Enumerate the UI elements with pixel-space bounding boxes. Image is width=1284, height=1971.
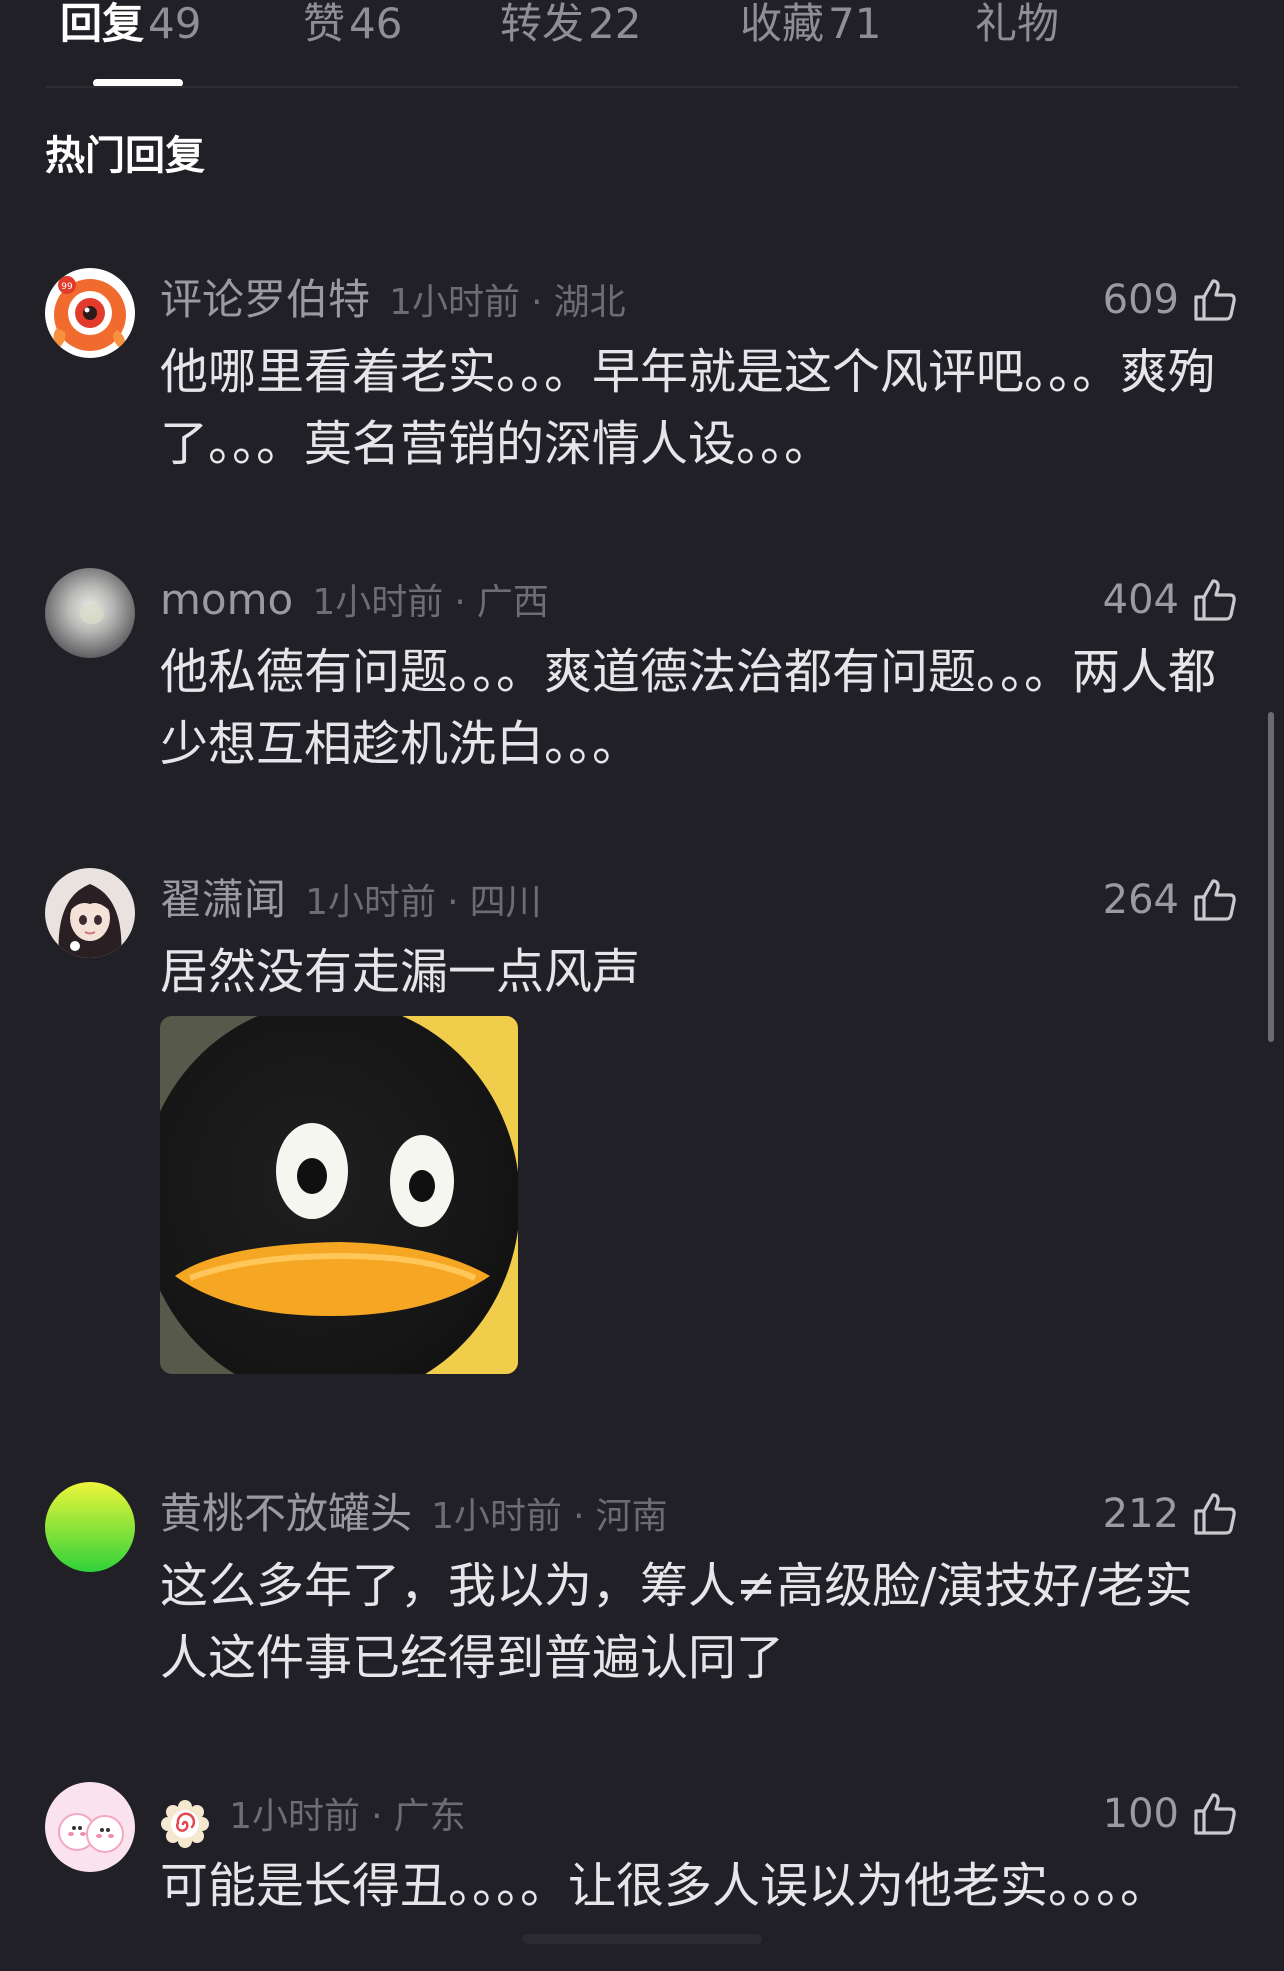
comment-text: 这么多年了，我以为，筹人≠高级脸/演技好/老实人这件事已经得到普遍认同了 bbox=[160, 1558, 1193, 1686]
location: 广东 bbox=[393, 1796, 466, 1837]
pink-bunnies-avatar[interactable] bbox=[45, 1782, 135, 1872]
username[interactable]: 黄桃不放罐头 bbox=[160, 1489, 412, 1538]
like-button[interactable]: 264 bbox=[1103, 872, 1239, 928]
tab-replies[interactable]: 回复49 bbox=[60, 0, 201, 48]
tab-label: 收藏 bbox=[740, 0, 825, 48]
orange-fish-avatar-icon: 99 bbox=[45, 268, 135, 358]
green-gradient-avatar-icon bbox=[45, 1482, 135, 1572]
tab-reposts[interactable]: 转发22 bbox=[500, 0, 641, 48]
comment-text: 居然没有走漏一点风声 bbox=[160, 944, 641, 1000]
like-count: 100 bbox=[1102, 1791, 1179, 1837]
penguin-face-sticker[interactable] bbox=[160, 1016, 518, 1374]
divider bbox=[45, 86, 1239, 88]
penguin-face-sticker-icon bbox=[160, 1016, 518, 1374]
timestamp: 1小时前 bbox=[389, 282, 521, 323]
location: 四川 bbox=[469, 882, 542, 923]
tab-label: 回复 bbox=[60, 0, 145, 48]
comment-meta: 1小时前 · 广东 bbox=[160, 1786, 466, 1848]
comment-meta: 翟潇闻 1小时前 · 四川 bbox=[160, 872, 542, 928]
comment-meta: momo 1小时前 · 广西 bbox=[160, 572, 549, 628]
green-gradient-avatar[interactable] bbox=[45, 1482, 135, 1572]
timestamp: 1小时前 bbox=[431, 1496, 563, 1537]
like-count: 609 bbox=[1102, 277, 1179, 323]
tab-count: 46 bbox=[349, 0, 403, 48]
section-title: 热门回复 bbox=[45, 133, 205, 179]
comment-text: 可能是长得丑。。。。让很多人误以为他老实。。。。 bbox=[160, 1858, 1169, 1914]
location: 广西 bbox=[476, 582, 549, 623]
thumbs-up-icon bbox=[1194, 879, 1236, 921]
like-button[interactable]: 100 bbox=[1103, 1786, 1239, 1842]
like-button[interactable]: 212 bbox=[1103, 1486, 1239, 1542]
tab-likes[interactable]: 赞46 bbox=[303, 0, 402, 48]
comment-text: 他哪里看着老实。。。早年就是这个风评吧。。。爽殉了。。。莫名营销的深情人设。。。 bbox=[160, 344, 1217, 472]
tab-label: 礼物 bbox=[975, 0, 1060, 48]
anime-girl-avatar[interactable] bbox=[45, 868, 135, 958]
gray-pearl-avatar-icon bbox=[45, 568, 135, 658]
comment-text: 他私德有问题。。。爽道德法治都有问题。。。两人都少想互相趁机洗白。。。 bbox=[160, 644, 1217, 772]
anime-girl-avatar-icon bbox=[45, 868, 135, 958]
meta-separator: · bbox=[531, 282, 543, 323]
timestamp: 1小时前 bbox=[312, 582, 444, 623]
thumbs-up-icon bbox=[1194, 579, 1236, 621]
location: 湖北 bbox=[553, 282, 626, 323]
thumbs-up-icon bbox=[1194, 1793, 1236, 1835]
like-button[interactable]: 609 bbox=[1103, 272, 1239, 328]
meta-separator: · bbox=[454, 582, 466, 623]
timestamp: 1小时前 bbox=[229, 1796, 360, 1837]
tab-count: 71 bbox=[828, 0, 882, 48]
meta-separator: · bbox=[371, 1796, 383, 1837]
timestamp: 1小时前 bbox=[305, 882, 437, 923]
thumbs-up-icon bbox=[1194, 279, 1236, 321]
orange-fish-avatar[interactable]: 99 bbox=[45, 268, 135, 358]
tab-label: 赞 bbox=[303, 0, 346, 48]
location: 河南 bbox=[595, 1496, 668, 1537]
like-count: 212 bbox=[1102, 1491, 1179, 1537]
home-indicator bbox=[522, 1934, 762, 1944]
meta-separator: · bbox=[447, 882, 459, 923]
tab-count: 49 bbox=[148, 0, 202, 48]
like-count: 264 bbox=[1102, 877, 1179, 923]
tab-count: 22 bbox=[588, 0, 642, 48]
pink-bunnies-avatar-icon bbox=[45, 1782, 135, 1872]
red-swirl-flower-emoji-icon[interactable] bbox=[160, 1799, 210, 1849]
username[interactable]: 翟潇闻 bbox=[160, 875, 286, 924]
tab-favorites[interactable]: 收藏71 bbox=[740, 0, 881, 48]
comment-meta: 评论罗伯特 1小时前 · 湖北 bbox=[160, 272, 626, 328]
username[interactable]: momo bbox=[160, 575, 293, 624]
svg-text:99: 99 bbox=[61, 282, 73, 292]
like-button[interactable]: 404 bbox=[1103, 572, 1239, 628]
like-count: 404 bbox=[1102, 577, 1179, 623]
gray-pearl-avatar[interactable] bbox=[45, 568, 135, 658]
tab-bar: 回复49 赞46 转发22 收藏71 礼物 bbox=[0, 0, 1284, 88]
comment-meta: 黄桃不放罐头 1小时前 · 河南 bbox=[160, 1486, 668, 1542]
meta-separator: · bbox=[573, 1496, 585, 1537]
tab-label: 转发 bbox=[500, 0, 585, 48]
tab-gifts[interactable]: 礼物 bbox=[975, 0, 1063, 48]
scrollbar[interactable] bbox=[1268, 712, 1274, 1042]
thumbs-up-icon bbox=[1194, 1493, 1236, 1535]
username[interactable]: 评论罗伯特 bbox=[160, 275, 370, 324]
comments-page: 回复49 赞46 转发22 收藏71 礼物 热门回复 99 评论罗伯特 1小时前… bbox=[0, 0, 1284, 1971]
